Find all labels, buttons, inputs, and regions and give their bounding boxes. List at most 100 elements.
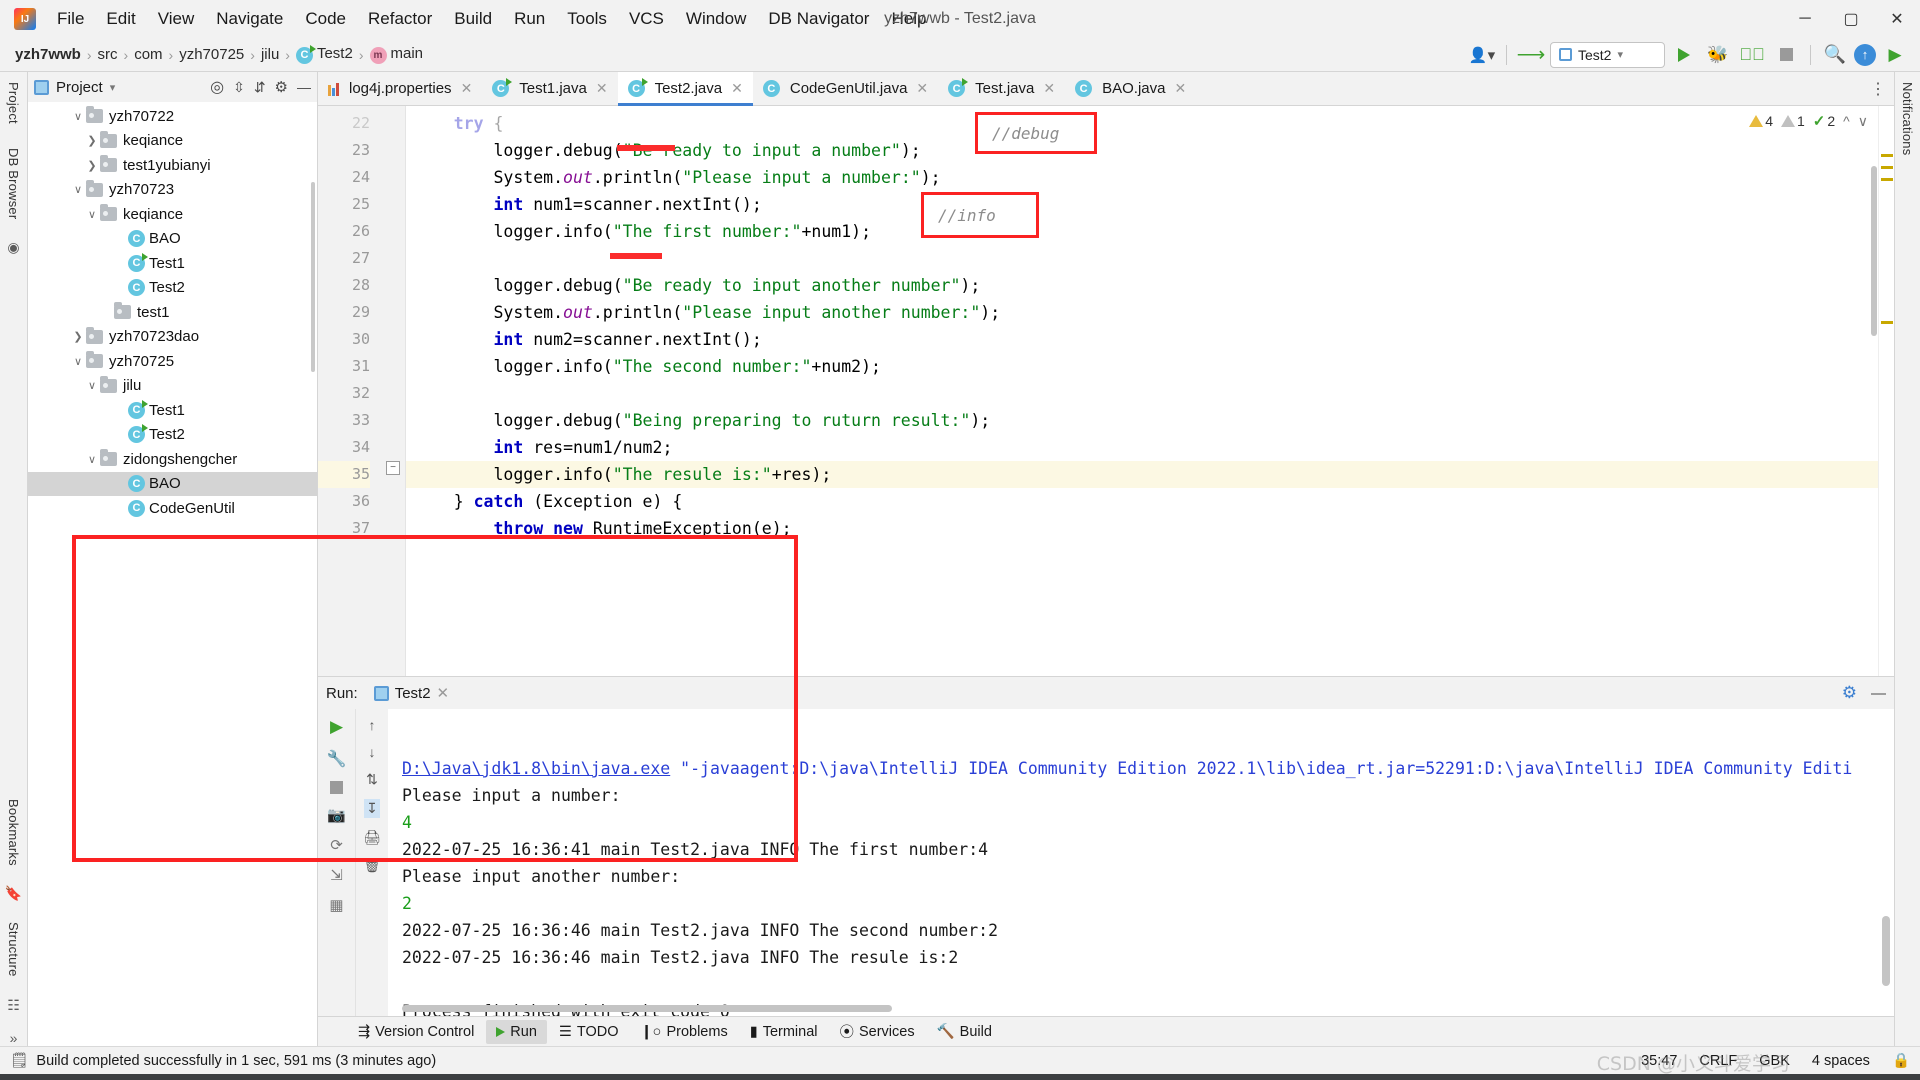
close-icon[interactable]: ✕ <box>1043 80 1055 97</box>
tool-window-terminal[interactable]: ▮ Terminal <box>740 1020 828 1044</box>
wrench-icon[interactable]: 🔧 <box>327 749 347 769</box>
breadcrumb-item-src[interactable]: src <box>95 46 121 63</box>
code-line[interactable]: System.out.println("Please input another… <box>406 299 1878 326</box>
previous-highlight-icon[interactable]: ^ <box>1843 113 1850 129</box>
user-account-icon[interactable]: 👤▾ <box>1467 41 1497 69</box>
breadcrumb-item-main[interactable]: m main <box>367 45 427 64</box>
line-separator[interactable]: CRLF <box>1699 1053 1737 1069</box>
hide-panel-icon[interactable]: — <box>297 79 311 95</box>
code-line[interactable]: logger.info("The second number:"+num2); <box>406 353 1878 380</box>
tree-item-test1yubianyi[interactable]: ❯ test1yubianyi <box>28 153 317 178</box>
chevron-down-icon[interactable]: ∨ <box>84 379 100 392</box>
tree-item-test2[interactable]: C Test2 <box>28 276 317 301</box>
scroll-to-end-icon[interactable]: ↧ <box>364 799 380 818</box>
vcs-update-icon[interactable]: ↑ <box>1854 43 1876 66</box>
close-icon[interactable]: ✕ <box>437 684 450 702</box>
menu-help[interactable]: Help <box>880 5 937 33</box>
tree-item-keqiance[interactable]: ❯ keqiance <box>28 129 317 154</box>
code-folding-gutter[interactable]: − <box>380 106 406 676</box>
tool-window-build[interactable]: 🔨 Build <box>927 1019 1002 1044</box>
tree-item-yzh70723[interactable]: ∨ yzh70723 <box>28 178 317 203</box>
structure-icon[interactable]: ☷ <box>7 997 20 1014</box>
tool-window-services[interactable]: ⦿ Services <box>829 1017 924 1046</box>
menu-run[interactable]: Run <box>503 5 556 33</box>
chevron-down-icon[interactable]: ∨ <box>70 355 86 368</box>
soft-wrap-icon[interactable]: ⇅ <box>366 771 378 788</box>
chevron-down-icon[interactable]: ▾ <box>110 81 116 94</box>
gear-icon[interactable]: ⚙ <box>275 78 288 96</box>
code-editor[interactable]: 22 23 24 25 26 27 28 29 30 31 32 33 34 35 36 37 − try {… <box>318 106 1894 676</box>
code-line[interactable]: logger.info("The resule is:"+res); <box>406 461 1878 488</box>
tab-test1-java[interactable]: C Test1.java ✕ <box>482 72 617 105</box>
run-with-coverage-button[interactable]: ▶⃝ <box>1737 41 1767 69</box>
indent-setting[interactable]: 4 spaces <box>1812 1053 1870 1069</box>
tree-item-yzh70722[interactable]: ∨ yzh70722 <box>28 104 317 129</box>
code-line[interactable]: System.out.println("Please input a numbe… <box>406 164 1878 191</box>
code-line[interactable]: logger.debug("Being preparing to ruturn … <box>406 407 1878 434</box>
tool-window-version-control[interactable]: ⇶ Version Control <box>348 1020 484 1044</box>
tab-bao-java[interactable]: C BAO.java ✕ <box>1065 72 1196 105</box>
code-content[interactable]: try { logger.debug("Be ready to input a … <box>406 106 1878 676</box>
menu-file[interactable]: File <box>46 5 95 33</box>
gear-icon[interactable]: ⚙ <box>1842 683 1857 703</box>
tool-window-todo[interactable]: ☰ TODO <box>549 1020 629 1044</box>
breadcrumb-item-test2[interactable]: C Test2 <box>293 44 356 64</box>
code-line[interactable] <box>406 380 1878 407</box>
menu-navigate[interactable]: Navigate <box>205 5 294 33</box>
run-configuration-selector[interactable]: Test2 ▾ <box>1550 41 1665 68</box>
code-line[interactable]: int res=num1/num2; <box>406 434 1878 461</box>
console-vertical-scrollbar[interactable] <box>1882 916 1890 986</box>
breadcrumb-item-yzh70725[interactable]: yzh70725 <box>176 46 247 63</box>
event-log-icon[interactable]: 🗒 <box>10 1052 28 1069</box>
run-tab-test2[interactable]: Test2 ✕ <box>366 681 457 705</box>
project-tree-scrollbar[interactable] <box>311 182 315 372</box>
tree-item-yzh70723dao[interactable]: ❯ yzh70723dao <box>28 325 317 350</box>
print-icon[interactable]: 🖨 <box>363 829 381 846</box>
tool-window-problems[interactable]: ❙○ Problems <box>631 1020 738 1044</box>
tree-item-test1[interactable]: test1 <box>28 300 317 325</box>
maximize-icon[interactable]: ▢ <box>1828 0 1874 38</box>
search-everywhere-icon[interactable]: 🔍 <box>1820 41 1850 69</box>
rail-item-structure[interactable]: Structure <box>6 918 21 981</box>
close-icon[interactable]: ✕ <box>461 80 473 97</box>
rail-item-bookmarks[interactable]: Bookmarks <box>6 795 21 870</box>
close-icon[interactable]: ✕ <box>596 80 608 97</box>
tree-item-codegenutil[interactable]: C CodeGenUtil <box>28 496 317 521</box>
down-arrow-icon[interactable]: ↓ <box>369 744 376 760</box>
code-line[interactable]: int num2=scanner.nextInt(); <box>406 326 1878 353</box>
error-count[interactable]: 4 <box>1749 113 1773 129</box>
code-line[interactable]: logger.debug("Be ready to input another … <box>406 272 1878 299</box>
tab-log4j-properties[interactable]: log4j.properties ✕ <box>318 72 482 105</box>
trash-icon[interactable]: 🗑 <box>363 857 381 874</box>
breadcrumb-item-com[interactable]: com <box>131 46 165 63</box>
tab-test2-java[interactable]: C Test2.java ✕ <box>617 72 754 106</box>
menu-edit[interactable]: Edit <box>95 5 146 33</box>
console-output[interactable]: D:\Java\jdk1.8\bin\java.exe "-javaagent:… <box>388 709 1894 1016</box>
inspection-widget[interactable]: 4 1 ✓ 2 ^ ∨ <box>1749 112 1868 130</box>
menu-tools[interactable]: Tools <box>556 5 618 33</box>
bookmark-icon[interactable]: 🔖 <box>5 885 22 902</box>
ok-count[interactable]: ✓ 2 <box>1813 112 1835 130</box>
stop-button[interactable] <box>1771 41 1801 69</box>
tree-item-jilu[interactable]: ∨ jilu <box>28 374 317 399</box>
scroll-from-source-icon[interactable]: ◎ <box>210 77 224 97</box>
tree-item-test1[interactable]: C Test1 <box>28 398 317 423</box>
chevron-down-icon[interactable]: ∨ <box>84 453 100 466</box>
warning-count[interactable]: 1 <box>1781 113 1805 129</box>
lock-icon[interactable]: 🔒 <box>1892 1052 1910 1069</box>
tab-overflow-button[interactable]: ⋮ <box>1862 72 1894 105</box>
chevron-down-icon[interactable]: ∨ <box>70 110 86 123</box>
chevron-right-icon[interactable]: ❯ <box>70 330 86 343</box>
database-icon[interactable]: ◉ <box>7 239 19 256</box>
chevron-down-icon[interactable]: ∨ <box>84 208 100 221</box>
editor-marker-bar[interactable] <box>1878 106 1894 676</box>
tree-item-bao[interactable]: C BAO <box>28 471 317 496</box>
file-encoding[interactable]: GBK <box>1759 1053 1790 1069</box>
tree-item-yzh70725[interactable]: ∨ yzh70725 <box>28 349 317 374</box>
menu-vcs[interactable]: VCS <box>618 5 675 33</box>
code-line[interactable]: } catch (Exception e) { <box>406 488 1878 515</box>
expand-all-icon[interactable]: ⇳ <box>233 79 245 96</box>
rerun-icon[interactable]: ▶ <box>330 717 343 737</box>
minimize-icon[interactable]: ─ <box>1782 0 1828 38</box>
rail-item-db-browser[interactable]: DB Browser <box>6 144 21 223</box>
